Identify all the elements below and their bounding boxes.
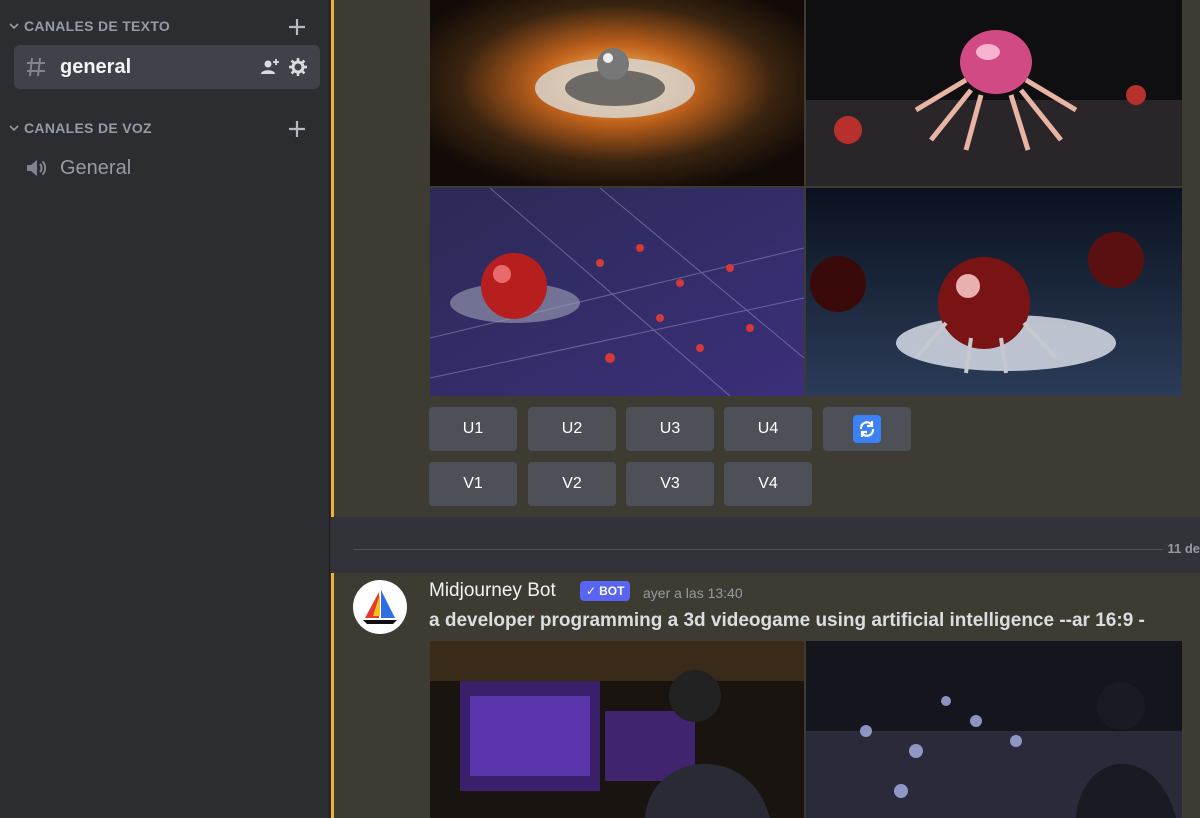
variation-button-3[interactable]: V3 [626, 462, 714, 506]
add-channel-icon[interactable] [287, 119, 307, 139]
bot-badge-label: BOT [599, 584, 625, 598]
gear-icon[interactable] [288, 57, 308, 77]
category-label: CANALES DE VOZ [24, 120, 152, 136]
text-channels-category[interactable]: CANALES DE TEXTO [8, 18, 170, 34]
sailboat-logo-icon [363, 590, 397, 624]
variation-button-1[interactable]: V1 [429, 462, 517, 506]
channel-item-general[interactable]: general [14, 45, 320, 89]
variation-button-2[interactable]: V2 [528, 462, 616, 506]
chevron-down-icon [9, 125, 19, 132]
chat-area: U1 U2 U3 U4 V1 V2 V3 V4 11 de Midjourney… [331, 0, 1200, 818]
grid-image-2[interactable] [806, 0, 1182, 186]
variation-button-4[interactable]: V4 [724, 462, 812, 506]
upscale-button-2[interactable]: U2 [528, 407, 616, 451]
grid-image-3[interactable] [430, 188, 804, 396]
bot-badge: ✓ BOT [580, 581, 631, 601]
grid-image-6[interactable] [806, 641, 1182, 818]
add-channel-icon[interactable] [287, 17, 307, 37]
invite-user-icon[interactable] [260, 57, 280, 77]
channel-name: General [60, 156, 132, 179]
message-author[interactable]: Midjourney Bot [429, 580, 556, 602]
channel-sidebar: CANALES DE TEXTO general CANALES DE VOZ … [0, 0, 330, 818]
upscale-button-4[interactable]: U4 [724, 407, 812, 451]
message-timestamp: ayer a las 13:40 [643, 585, 743, 601]
date-divider-label: 11 de [1163, 541, 1200, 556]
check-icon: ✓ [586, 584, 597, 598]
avatar[interactable] [353, 580, 407, 634]
grid-image-4[interactable] [806, 188, 1182, 396]
speaker-icon [27, 160, 47, 176]
hash-icon [27, 57, 45, 77]
date-divider-line [353, 549, 1164, 550]
refresh-icon [853, 415, 881, 443]
voice-channel-general[interactable]: General [14, 146, 320, 190]
upscale-button-1[interactable]: U1 [429, 407, 517, 451]
voice-channels-category[interactable]: CANALES DE VOZ [8, 120, 152, 136]
grid-image-5[interactable] [430, 641, 804, 818]
upscale-button-3[interactable]: U3 [626, 407, 714, 451]
grid-image-1[interactable] [430, 0, 804, 186]
chevron-down-icon [9, 23, 19, 30]
channel-name: general [60, 55, 132, 78]
reroll-button[interactable] [823, 407, 911, 451]
category-label: CANALES DE TEXTO [24, 18, 171, 34]
message-prompt: a developer programming a 3d videogame u… [429, 610, 1145, 631]
